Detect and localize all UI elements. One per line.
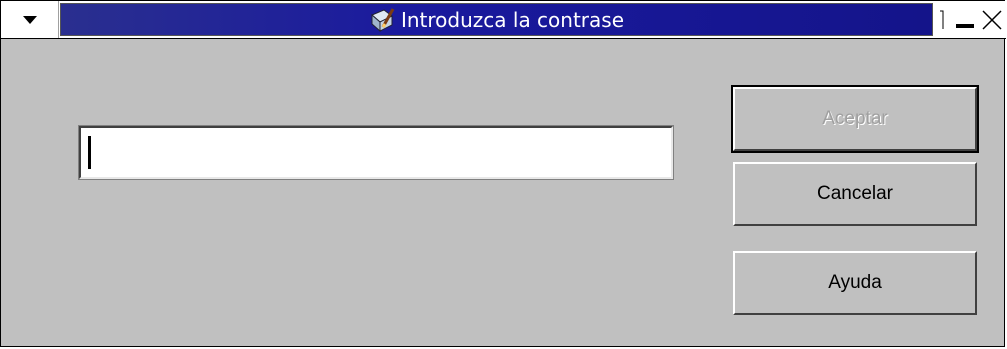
accept-button-label: Aceptar bbox=[822, 108, 888, 129]
window-controls bbox=[933, 1, 1006, 38]
down-triangle-icon bbox=[22, 15, 37, 24]
title-text-area[interactable]: Introduzca la contrase bbox=[60, 3, 933, 36]
password-dialog: Introduzca la contrase Aceptar Cancelar … bbox=[0, 0, 1006, 347]
window-title: Introduzca la contrase bbox=[400, 7, 625, 32]
restore-icon bbox=[940, 10, 944, 29]
restore-button[interactable] bbox=[933, 1, 951, 38]
help-button[interactable]: Ayuda bbox=[733, 251, 977, 315]
close-button[interactable] bbox=[978, 1, 1006, 38]
document-pen-icon bbox=[371, 7, 395, 32]
accept-button[interactable]: Aceptar bbox=[731, 85, 979, 153]
minimize-icon bbox=[955, 23, 974, 28]
title-bar[interactable]: Introduzca la contrase bbox=[1, 1, 1006, 39]
minimize-button[interactable] bbox=[951, 1, 978, 38]
cancel-button-label: Cancelar bbox=[816, 183, 894, 204]
close-icon bbox=[982, 9, 1002, 30]
text-cursor bbox=[88, 136, 91, 169]
window-menu-button[interactable] bbox=[1, 1, 59, 38]
password-input[interactable] bbox=[78, 125, 674, 180]
cancel-button[interactable]: Cancelar bbox=[733, 162, 977, 226]
help-button-label: Ayuda bbox=[828, 272, 882, 293]
